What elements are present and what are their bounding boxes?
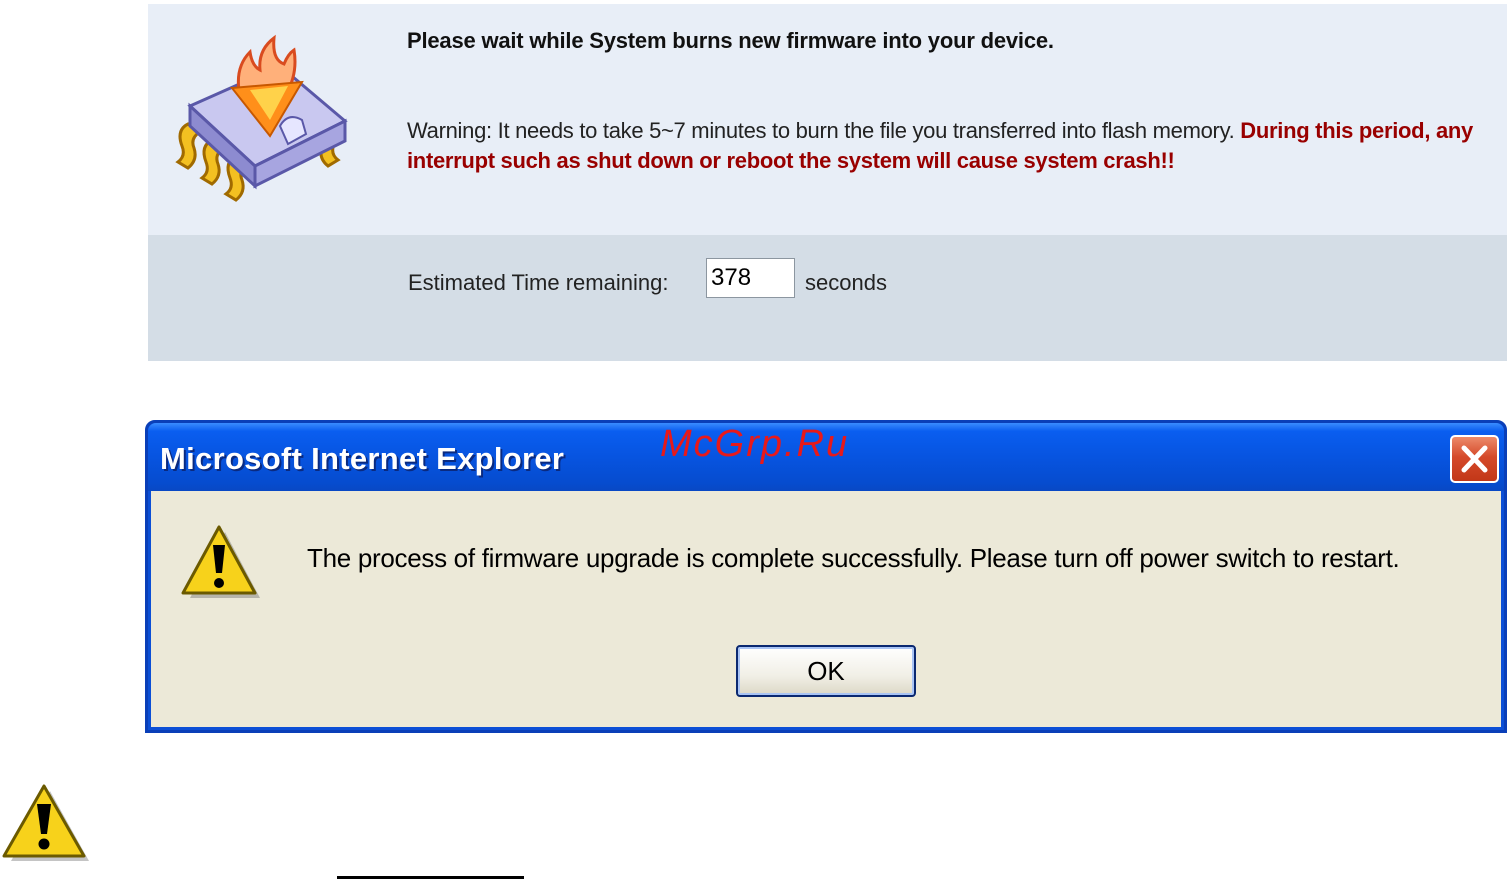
estimated-time-section: Estimated Time remaining: seconds	[148, 235, 1507, 361]
estimated-time-unit: seconds	[805, 270, 887, 295]
close-icon	[1461, 445, 1488, 473]
dialog-titlebar[interactable]: Microsoft Internet Explorer McGrp.Ru	[148, 423, 1504, 491]
estimated-time-label: Estimated Time remaining:	[408, 270, 669, 295]
firmware-info-section: Please wait while System burns new firmw…	[148, 4, 1507, 235]
warning-icon	[181, 525, 260, 598]
watermark-text: McGrp.Ru	[660, 423, 850, 465]
dialog-body: The process of firmware upgrade is compl…	[151, 491, 1501, 727]
firmware-panel: Please wait while System burns new firmw…	[148, 4, 1507, 361]
estimated-time-field[interactable]	[706, 258, 795, 298]
alert-dialog: Microsoft Internet Explorer McGrp.Ru The…	[145, 420, 1507, 733]
warning-text: Warning: It needs to take 5~7 minutes to…	[407, 118, 1235, 143]
ok-button[interactable]: OK	[736, 645, 916, 697]
dialog-title: Microsoft Internet Explorer	[160, 441, 565, 476]
warning-icon	[2, 784, 89, 861]
firmware-title: Please wait while System burns new firmw…	[407, 28, 1054, 53]
underline-rule	[337, 876, 524, 879]
firmware-warning: Warning: It needs to take 5~7 minutes to…	[407, 116, 1502, 176]
close-button[interactable]	[1450, 435, 1499, 483]
burning-chip-icon	[175, 34, 348, 202]
dialog-message: The process of firmware upgrade is compl…	[307, 543, 1400, 573]
